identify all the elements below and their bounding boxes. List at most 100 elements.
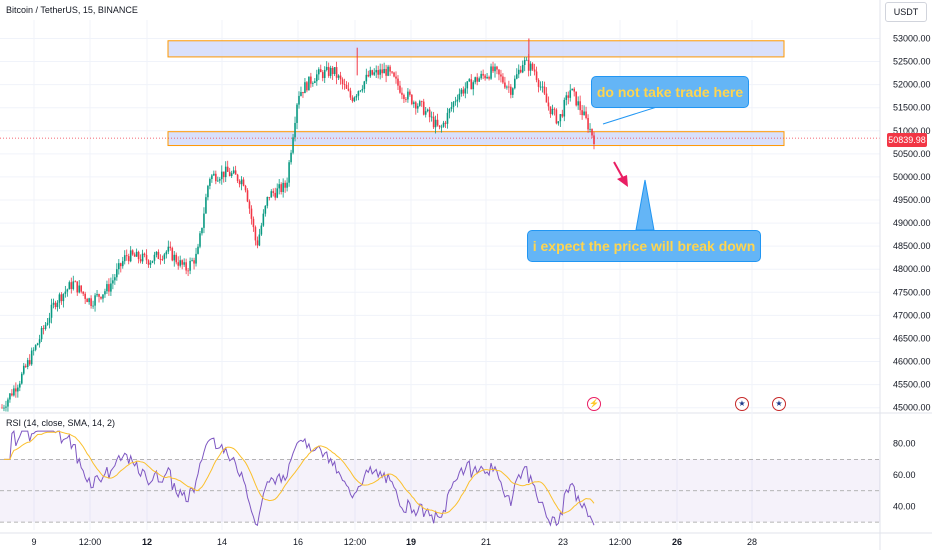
price-tick-label: 48000.00	[893, 264, 931, 274]
candle-body	[199, 233, 201, 247]
price-axis[interactable]: 53000.0052500.0052000.0051500.0051000.00…	[879, 0, 931, 550]
candle-body	[56, 302, 59, 308]
candle-body	[90, 298, 92, 306]
candle-body	[416, 105, 419, 109]
rsi-axis[interactable]: 80.00 60.00 40.00	[893, 439, 916, 512]
rsi-tick-label: 40.00	[893, 501, 916, 511]
candle-body	[112, 280, 114, 284]
candle-body	[359, 90, 362, 92]
candle-body	[108, 284, 110, 292]
candle-body	[228, 171, 231, 177]
grid-lines	[0, 20, 932, 534]
candle-body	[42, 328, 45, 329]
currency-selector[interactable]: USDT	[885, 2, 927, 22]
candle-body	[24, 365, 27, 367]
annotation-note-hold[interactable]: do not take trade here	[591, 76, 749, 108]
candle-body	[488, 76, 490, 79]
candle-body	[440, 126, 443, 128]
candle-body	[510, 86, 512, 95]
candle-body	[555, 109, 558, 124]
candle-body	[422, 101, 425, 115]
candle-body	[264, 205, 267, 214]
candle-body	[442, 122, 445, 127]
lightning-icon[interactable]: ⚡	[587, 397, 601, 411]
candle-body	[373, 72, 376, 75]
candle-body	[389, 66, 391, 72]
candle-body	[106, 284, 108, 292]
price-tick-label: 52500.00	[893, 57, 931, 67]
candle-body	[361, 88, 364, 91]
chart-canvas[interactable]: 53000.0052500.0052000.0051500.0051000.00…	[0, 0, 932, 550]
us-flag-icon[interactable]: ★	[735, 397, 749, 411]
candle-body	[203, 213, 205, 228]
symbol-title: Bitcoin / TetherUS, 15, BINANCE	[6, 5, 138, 15]
candle-body	[133, 254, 136, 257]
candle-body	[420, 101, 423, 103]
candle-body	[450, 107, 453, 109]
candle-body	[74, 281, 77, 283]
candle-body	[480, 73, 482, 79]
candle-body	[385, 68, 387, 76]
candle-body	[492, 66, 494, 72]
candle-body	[577, 101, 579, 106]
time-axis[interactable]: 9 12:00 12 14 16 12:00 19 21 23 12:00 26 28	[31, 537, 757, 547]
time-tick-label: 16	[293, 537, 303, 547]
candle-body	[411, 94, 413, 105]
candle-body	[183, 262, 185, 265]
candle-body	[559, 114, 562, 122]
candle-body	[357, 91, 360, 96]
candle-body	[44, 324, 47, 329]
time-tick-label: 12:00	[609, 537, 632, 547]
candle-body	[464, 88, 467, 94]
price-tick-label: 46000.00	[893, 357, 931, 367]
candle-body	[274, 192, 277, 198]
candle-body	[38, 339, 41, 344]
candle-body	[369, 70, 372, 77]
candle-body	[371, 70, 374, 75]
candle-body	[232, 170, 235, 174]
candle-body	[298, 95, 300, 105]
candle-body	[15, 388, 17, 392]
candle-body	[242, 179, 245, 186]
candle-body	[54, 302, 57, 308]
candle-body	[250, 208, 253, 219]
price-tick-label: 52000.00	[893, 80, 931, 90]
candle-body	[284, 182, 286, 188]
price-tick-label: 51500.00	[893, 103, 931, 113]
candle-body	[468, 79, 471, 82]
candle-body	[135, 251, 138, 257]
annotation-note-breakdown[interactable]: i expect the price will break down	[527, 230, 761, 262]
candle-body	[405, 98, 407, 100]
candle-body	[276, 188, 279, 198]
candle-body	[215, 173, 217, 182]
candle-body	[76, 281, 79, 293]
candle-body	[541, 86, 544, 88]
candle-body	[20, 373, 23, 384]
candle-body	[331, 67, 334, 74]
candle-body	[116, 269, 118, 278]
candle-body	[72, 281, 75, 290]
candle-body	[181, 260, 183, 265]
candle-body	[401, 92, 403, 95]
candle-body	[585, 111, 587, 118]
candle-body	[571, 88, 574, 91]
candle-body	[375, 70, 378, 73]
candle-body	[329, 67, 332, 76]
us-flag-icon[interactable]: ★	[772, 397, 786, 411]
candle-body	[353, 97, 356, 102]
candle-body	[195, 253, 197, 264]
candle-body	[110, 283, 112, 292]
candle-body	[209, 179, 211, 186]
candle-body	[169, 246, 172, 249]
candle-body	[46, 322, 49, 325]
candle-body	[547, 102, 550, 107]
candle-body	[217, 180, 219, 182]
time-tick-label: 14	[217, 537, 227, 547]
candle-body	[3, 407, 5, 409]
candle-body	[11, 393, 13, 396]
candle-body	[1, 407, 3, 409]
candle-body	[258, 234, 261, 246]
candle-body	[319, 69, 322, 73]
candle-body	[367, 74, 370, 77]
candle-body	[379, 69, 381, 75]
